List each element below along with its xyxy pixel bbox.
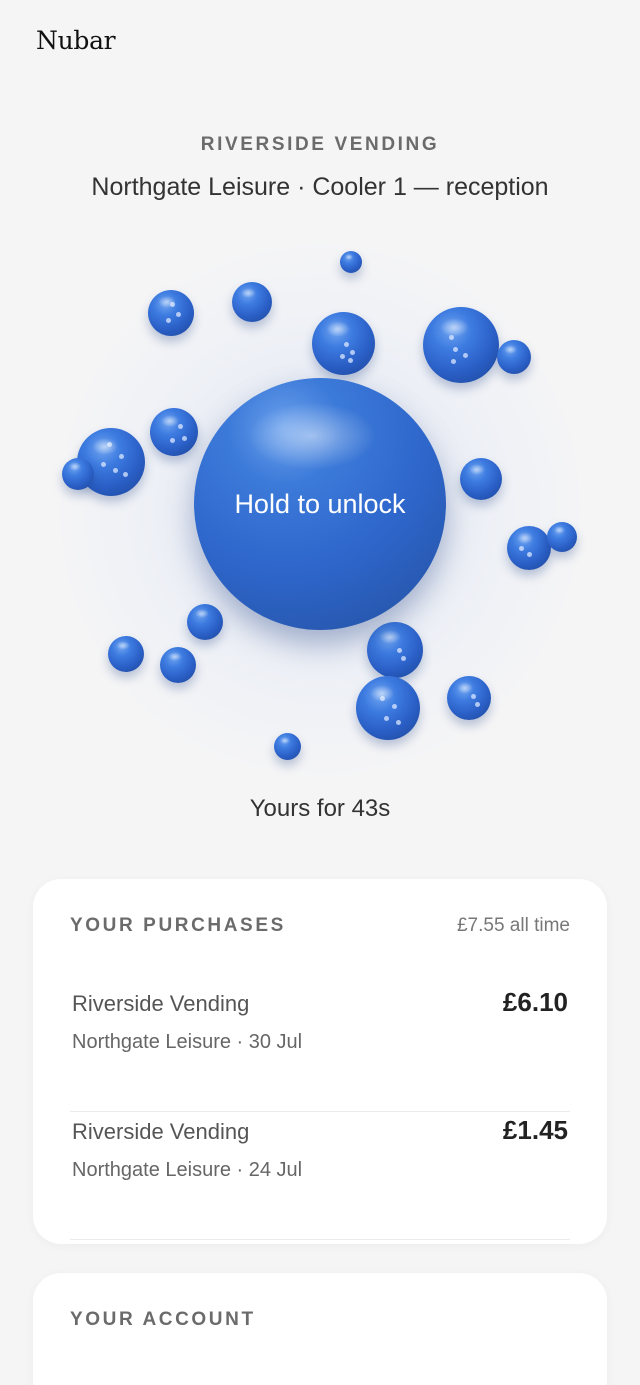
decorative-bubble xyxy=(497,340,531,374)
purchase-row[interactable]: Riverside Vending Northgate Leisure · 30… xyxy=(70,983,570,1112)
decorative-bubble xyxy=(447,676,491,720)
decorative-bubble xyxy=(547,522,577,552)
decorative-bubble xyxy=(274,733,301,760)
decorative-bubble xyxy=(148,290,194,336)
decorative-bubble xyxy=(356,676,420,740)
purchases-title: YOUR PURCHASES xyxy=(70,915,286,936)
account-header: YOUR ACCOUNT xyxy=(70,1309,570,1331)
purchases-total: £7.55 all time xyxy=(456,915,570,936)
decorative-bubble xyxy=(340,251,362,273)
account-title: YOUR ACCOUNT xyxy=(70,1309,256,1330)
operator-name: RIVERSIDE VENDING xyxy=(200,134,440,155)
purchase-vendor: Riverside Vending xyxy=(72,1119,250,1144)
unlock-label: Hold to unlock xyxy=(234,488,406,519)
decorative-bubble xyxy=(160,647,196,683)
app-screen: Nubar RIVERSIDE VENDING Northgate Leisur… xyxy=(0,0,640,1385)
decorative-bubble xyxy=(507,526,551,570)
purchase-row[interactable]: Riverside Vending Northgate Leisure · 24… xyxy=(70,1111,570,1240)
hold-to-unlock-button[interactable]: Hold to unlock xyxy=(194,378,446,630)
decorative-bubble xyxy=(62,458,94,490)
decorative-bubble xyxy=(367,622,423,678)
purchase-vendor: Riverside Vending xyxy=(72,991,250,1016)
brand-logo: Nubar xyxy=(36,26,116,55)
decorative-bubble xyxy=(312,312,375,375)
decorative-bubble xyxy=(423,307,499,383)
purchases-card: YOUR PURCHASES £7.55 all time Riverside … xyxy=(33,879,607,1244)
decorative-bubble xyxy=(150,408,198,456)
purchases-header: YOUR PURCHASES £7.55 all time xyxy=(70,915,570,937)
machine-location: Northgate Leisure · Cooler 1 — reception xyxy=(91,173,549,201)
session-timer: Yours for 43s xyxy=(249,795,391,822)
purchase-detail: Northgate Leisure · 24 Jul xyxy=(72,1159,303,1181)
decorative-bubble xyxy=(232,282,272,322)
unlock-bubble-area: Hold to unlock xyxy=(0,220,640,800)
purchase-amount: £6.10 xyxy=(502,987,568,1017)
purchase-amount: £1.45 xyxy=(502,1115,568,1145)
account-card: YOUR ACCOUNT xyxy=(33,1273,607,1385)
decorative-bubble xyxy=(108,636,144,672)
decorative-bubble xyxy=(187,604,223,640)
decorative-bubble xyxy=(460,458,502,500)
purchase-detail: Northgate Leisure · 30 Jul xyxy=(72,1031,303,1053)
